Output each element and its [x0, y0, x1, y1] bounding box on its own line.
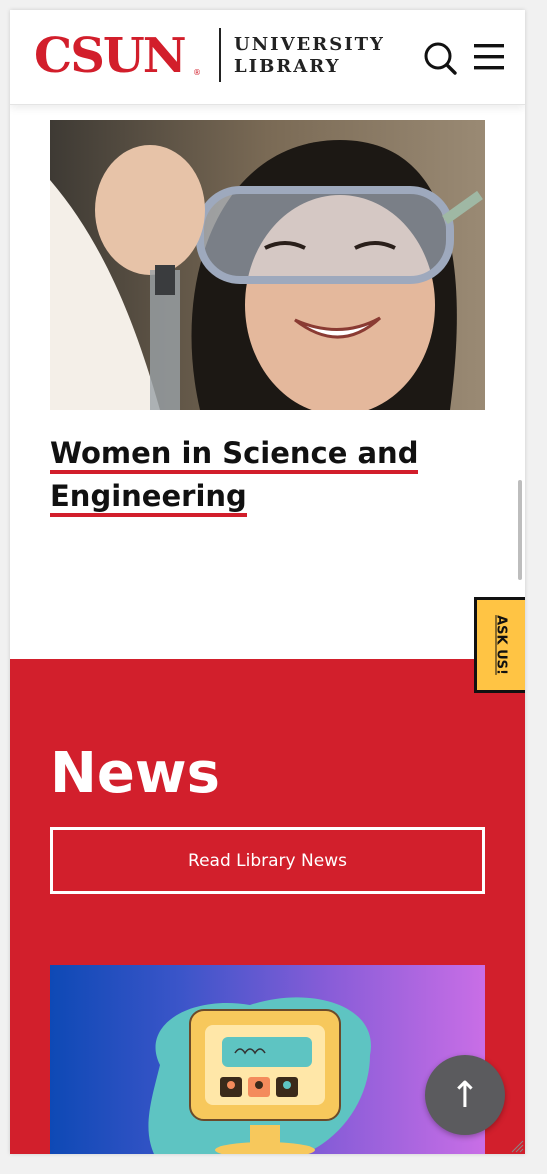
resize-grip-icon[interactable] — [510, 1138, 524, 1153]
csun-logo[interactable]: CSUN — [34, 28, 187, 84]
logo-line-library: LIBRARY — [234, 56, 341, 77]
menu-button[interactable] — [472, 42, 506, 72]
student-goggles-illustration — [50, 120, 485, 410]
hamburger-menu-icon — [474, 44, 504, 70]
back-to-top-button[interactable]: ↑ — [425, 1055, 505, 1135]
news-heading: News — [50, 741, 220, 806]
feature-title-text[interactable]: Women in Science and Engineering — [50, 436, 419, 517]
news-card-image[interactable] — [50, 965, 485, 1154]
site-header: CSUN ® UNIVERSITY LIBRARY — [10, 10, 525, 105]
university-library-logo[interactable]: UNIVERSITY LIBRARY — [234, 34, 385, 78]
logo-line-university: UNIVERSITY — [234, 34, 385, 55]
search-button[interactable] — [422, 40, 458, 76]
ask-us-label: ASK US! — [493, 615, 509, 675]
feature-photo[interactable] — [50, 120, 485, 410]
computer-illustration — [148, 997, 371, 1154]
feature-title-link[interactable]: Women in Science and Engineering — [50, 432, 470, 518]
ask-us-tab[interactable]: ASK US! — [474, 597, 525, 693]
registered-mark: ® — [193, 68, 201, 77]
read-library-news-button[interactable]: Read Library News — [50, 827, 485, 894]
arrow-up-icon: ↑ — [449, 1074, 481, 1116]
search-icon — [424, 42, 457, 75]
scrollbar-thumb[interactable] — [518, 480, 522, 580]
page-frame: CSUN ® UNIVERSITY LIBRARY Women in Scien… — [10, 10, 525, 1154]
logo-divider — [219, 28, 221, 82]
